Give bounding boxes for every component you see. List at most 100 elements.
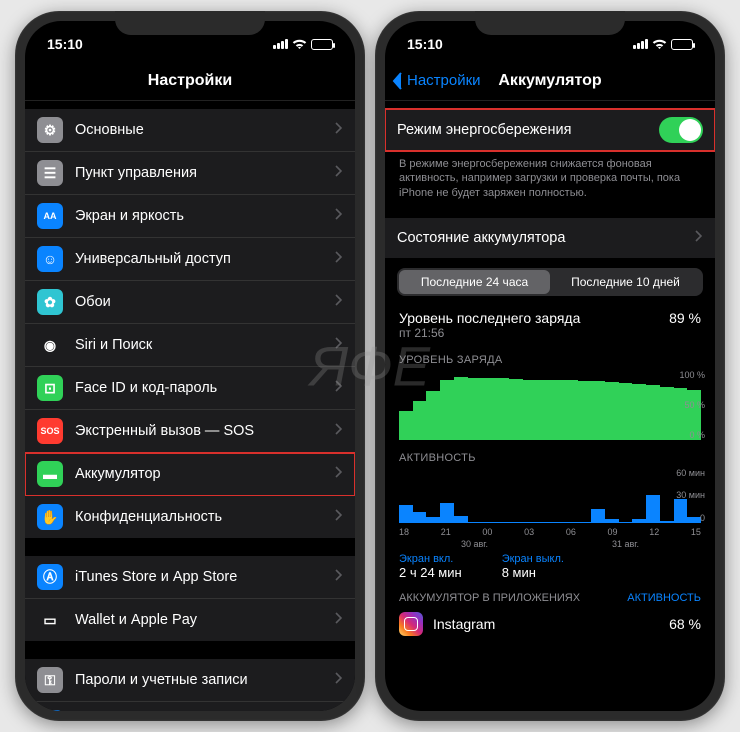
settings-row-itunes-store-и-app-store[interactable]: ⒶiTunes Store и App Store [25, 556, 355, 599]
activity-link[interactable]: АКТИВНОСТЬ [627, 592, 701, 604]
battery-icon [671, 39, 693, 50]
chevron-right-icon [695, 230, 703, 246]
person-icon: ☺︎ [37, 246, 63, 272]
status-time: 15:10 [47, 36, 83, 52]
settings-row-обои[interactable]: ✿ Обои [25, 281, 355, 324]
level-label: УРОВЕНЬ ЗАРЯДА [385, 344, 715, 368]
battery-level-chart: 100 %50 %0 % [399, 370, 701, 440]
nav-bar: Настройки Аккумулятор [385, 61, 715, 101]
last-charge-label: Уровень последнего заряда [399, 310, 580, 326]
app-name: Instagram [433, 616, 495, 632]
row-label: Обои [75, 294, 111, 310]
signal-icon [633, 39, 648, 49]
settings-row-почта[interactable]: ✉︎Почта [25, 702, 355, 711]
notch [475, 11, 625, 35]
gear-icon: ⚙︎ [37, 117, 63, 143]
chevron-right-icon [335, 165, 343, 181]
settings-row-конфиденциальность[interactable]: ✋ Конфиденциальность [25, 496, 355, 538]
last-charge-value: 89 % [669, 310, 701, 326]
settings-row-универсальный-доступ[interactable]: ☺︎ Универсальный доступ [25, 238, 355, 281]
faceid-icon: ⊡ [37, 375, 63, 401]
battery-icon [311, 39, 333, 50]
chevron-right-icon [335, 612, 343, 628]
app-row-instagram[interactable]: Instagram 68 % [385, 606, 715, 642]
low-power-note: В режиме энергосбережения снижается фоно… [385, 151, 715, 200]
settings-row-siri-и-поиск[interactable]: ◉ Siri и Поиск [25, 324, 355, 367]
xaxis: 1821000306091215 [385, 525, 715, 539]
battery-health-label: Состояние аккумулятора [397, 230, 565, 246]
wallet-icon: ▭ [37, 607, 63, 633]
chevron-left-icon [391, 72, 403, 90]
wifi-icon [652, 39, 667, 50]
seg-24h[interactable]: Последние 24 часа [399, 270, 550, 294]
battery-icon: ▬ [37, 461, 63, 487]
mail-icon: ✉︎ [37, 710, 63, 711]
row-label: Аккумулятор [75, 466, 161, 482]
settings-row-экстренный-вызов-sos[interactable]: SOS Экстренный вызов — SOS [25, 410, 355, 453]
notch [115, 11, 265, 35]
segmented-control[interactable]: Последние 24 часа Последние 10 дней [397, 268, 703, 296]
chevron-right-icon [335, 466, 343, 482]
settings-row-face-id-и-код-пароль[interactable]: ⊡ Face ID и код-пароль [25, 367, 355, 410]
page-title: Аккумулятор [498, 72, 601, 90]
chevron-right-icon [335, 337, 343, 353]
row-label: Основные [75, 122, 144, 138]
row-label: Экстренный вызов — SOS [75, 423, 254, 439]
row-label: Пароли и учетные записи [75, 672, 248, 688]
last-charge-time: пт 21:56 [399, 326, 580, 340]
SOS-icon: SOS [37, 418, 63, 444]
chevron-right-icon [335, 509, 343, 525]
chevron-right-icon [335, 294, 343, 310]
row-label: Конфиденциальность [75, 509, 222, 525]
apps-label: АККУМУЛЯТОР В ПРИЛОЖЕНИЯХ [399, 592, 580, 604]
activity-chart: 60 мин30 мин0 [399, 468, 701, 523]
phone-right: 15:10 Настройки Аккумулятор Режим энерго… [375, 11, 725, 721]
battery-health-row[interactable]: Состояние аккумулятора [385, 218, 715, 258]
flower-icon: ✿ [37, 289, 63, 315]
settings-list[interactable]: ⚙︎ Основные ☰Пункт управления AA Экран и ярк… [25, 101, 355, 711]
settings-row-пункт-управления[interactable]: ☰Пункт управления [25, 152, 355, 195]
settings-row-основные[interactable]: ⚙︎ Основные [25, 109, 355, 152]
instagram-icon [399, 612, 423, 636]
row-label: Siri и Поиск [75, 337, 152, 353]
settings-row-пароли-и-учетные-записи[interactable]: ⚿ Пароли и учетные записи [25, 659, 355, 702]
page-title: Настройки [148, 72, 232, 90]
screen-on-value: 2 ч 24 мин [399, 565, 462, 580]
apps-section-header: АККУМУЛЯТОР В ПРИЛОЖЕНИЯХ АКТИВНОСТЬ [385, 584, 715, 606]
siri-icon: ◉ [37, 332, 63, 358]
chevron-right-icon [335, 672, 343, 688]
row-label: Wallet и Apple Pay [75, 612, 197, 628]
wifi-icon [292, 39, 307, 50]
settings-row-wallet-и-apple-pay[interactable]: ▭ Wallet и Apple Pay [25, 599, 355, 641]
screen-off-value: 8 мин [502, 565, 564, 580]
key-icon: ⚿ [37, 667, 63, 693]
status-time: 15:10 [407, 36, 443, 52]
low-power-mode-row[interactable]: Режим энергосбережения [385, 109, 715, 151]
settings-row-экран-и-яркость[interactable]: AA Экран и яркость [25, 195, 355, 238]
low-power-label: Режим энергосбережения [397, 122, 571, 138]
appstore-icon: Ⓐ [37, 564, 63, 590]
settings-row-аккумулятор[interactable]: ▬ Аккумулятор [25, 453, 355, 496]
seg-10d[interactable]: Последние 10 дней [550, 270, 701, 294]
row-label: Универсальный доступ [75, 251, 231, 267]
hand-icon: ✋ [37, 504, 63, 530]
chevron-right-icon [335, 122, 343, 138]
phone-left: 15:10 Настройки ⚙︎ Основные ☰Пункт управле… [15, 11, 365, 721]
low-power-toggle[interactable] [659, 117, 703, 143]
row-label: iTunes Store и App Store [75, 569, 237, 585]
chevron-right-icon [335, 251, 343, 267]
chevron-right-icon [335, 423, 343, 439]
back-label: Настройки [407, 72, 481, 89]
nav-bar: Настройки [25, 61, 355, 101]
app-pct: 68 % [669, 616, 701, 632]
chevron-right-icon [335, 208, 343, 224]
last-charge-row: Уровень последнего заряда пт 21:56 89 % [385, 306, 715, 344]
screen-time-row: Экран вкл. 2 ч 24 мин Экран выкл. 8 мин [385, 549, 715, 584]
screen-off-header: Экран выкл. [502, 553, 564, 565]
row-label: Face ID и код-пароль [75, 380, 217, 396]
back-button[interactable]: Настройки [391, 61, 481, 100]
AA-icon: AA [37, 203, 63, 229]
switches-icon: ☰ [37, 160, 63, 186]
chevron-right-icon [335, 569, 343, 585]
row-label: Экран и яркость [75, 208, 184, 224]
